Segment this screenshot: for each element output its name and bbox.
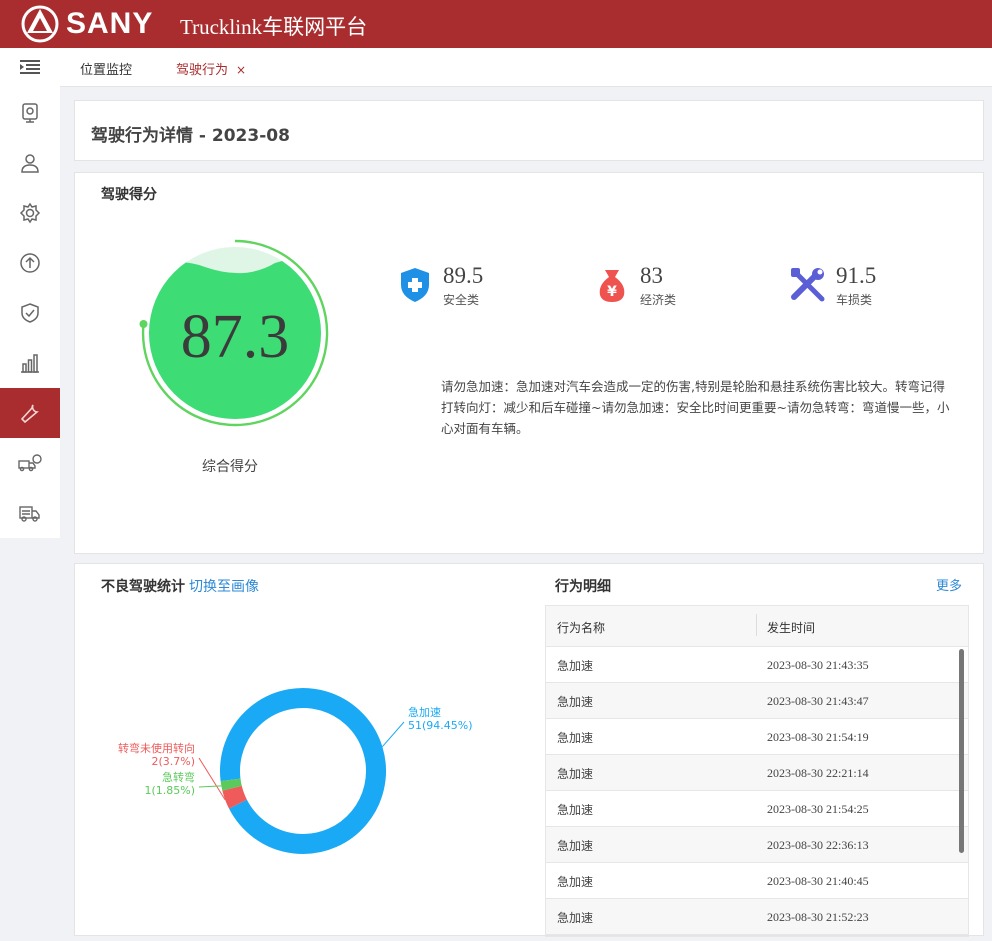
behavior-detail-table: 行为名称 发生时间 急加速 2023-08-30 21:43:35 急加速 2023… — [545, 605, 969, 937]
metric-economy: ¥ 83 经济类 — [592, 263, 712, 311]
time-cell: 2023-08-30 21:43:47 — [767, 694, 869, 708]
gear-icon — [19, 202, 41, 224]
bad-driving-title: 不良驾驶统计 切换至画像 — [101, 576, 259, 596]
shield-plus-icon — [401, 268, 429, 302]
top-bar: SANY Trucklink车联网平台 — [0, 0, 992, 48]
truck-icon — [19, 506, 40, 522]
driving-advice-text: 请勿急加速：急加速对汽车会造成一定的伤害,特别是轮胎和悬挂系统伤害比较大。转弯记… — [441, 379, 950, 436]
table-row[interactable]: 急加速 2023-08-30 21:54:19 — [546, 719, 968, 755]
sidebar-item-user[interactable] — [0, 138, 60, 188]
table-row[interactable]: 急加速 2023-08-30 21:52:23 — [546, 899, 968, 935]
overall-score-value: 87.3 — [181, 303, 290, 371]
money-bag-icon: ¥ — [599, 270, 625, 302]
behavior-cell: 急加速 — [557, 731, 594, 745]
wrench-icon — [20, 404, 39, 424]
bad-driving-donut-chart: 急加速51(94.45%) 转弯未使用转向2(3.7%) 急转弯1(1.85%) — [118, 688, 473, 854]
svg-text:¥: ¥ — [607, 284, 617, 300]
time-cell: 2023-08-30 21:52:23 — [767, 910, 869, 924]
column-header-time: 发生时间 — [767, 621, 816, 635]
table-row[interactable]: 急加速 2023-08-30 22:21:14 — [546, 755, 968, 791]
sany-logo — [21, 5, 59, 43]
behavior-detail-title: 行为明细 — [555, 579, 611, 595]
column-header-behavior: 行为名称 — [557, 621, 606, 635]
close-tab-icon[interactable]: × — [236, 63, 246, 77]
tab-location-monitor[interactable]: 位置监控 — [80, 59, 132, 78]
table-header: 行为名称 发生时间 — [546, 606, 968, 647]
brand-name: SANY — [66, 7, 154, 40]
sidebar-item-security[interactable] — [0, 288, 60, 338]
page-title: 驾驶行为详情 - 2023-08 — [91, 126, 290, 146]
behavior-cell: 急加速 — [557, 767, 594, 781]
tab-label: 驾驶行为 — [176, 63, 229, 78]
metric-vehicle-damage: 91.5 车损类 — [788, 263, 918, 311]
menu-toggle-button[interactable] — [0, 48, 60, 86]
sidebar-item-truck[interactable] — [0, 488, 60, 538]
app-title: Trucklink车联网平台 — [180, 15, 368, 39]
table-row[interactable]: 急加速 2023-08-30 21:43:35 — [546, 647, 968, 683]
time-cell: 2023-08-30 21:54:19 — [767, 730, 869, 744]
behavior-cell: 急加速 — [557, 875, 594, 889]
sidebar-item-stats[interactable] — [0, 338, 60, 388]
overall-score-gauge: 87.3 — [139, 239, 329, 427]
table-scrollbar[interactable] — [959, 649, 964, 853]
time-cell: 2023-08-30 21:40:45 — [767, 874, 869, 888]
behavior-cell: 急加速 — [557, 659, 594, 673]
page-header-card: 驾驶行为详情 - 2023-08 — [74, 100, 984, 161]
donut-slice-1[interactable] — [220, 688, 386, 854]
damage-score: 91.5 — [836, 263, 877, 288]
sidebar-item-fleet[interactable] — [0, 438, 60, 488]
tools-icon — [791, 268, 825, 302]
column-separator — [756, 614, 757, 636]
bar-chart-icon — [21, 354, 39, 373]
donut-leader-line-3 — [198, 785, 222, 788]
tab-driving-behavior[interactable]: 驾驶行为 × — [176, 59, 246, 78]
donut-value-label-3: 1(1.85%) — [144, 784, 195, 797]
behavior-cell: 急加速 — [557, 839, 594, 853]
upload-icon — [20, 253, 40, 273]
fleet-icon — [18, 454, 42, 472]
damage-label: 车损类 — [836, 293, 873, 307]
user-icon — [21, 154, 39, 173]
monitor-icon — [22, 103, 38, 123]
donut-category-label-2: 转弯未使用转向 — [118, 741, 195, 755]
sidebar-item-driving[interactable] — [0, 388, 60, 438]
safety-score: 89.5 — [443, 263, 484, 288]
table-row[interactable]: 急加速 2023-08-30 21:54:25 — [546, 791, 968, 827]
tab-bar: 位置监控 驾驶行为 × — [60, 48, 992, 87]
bad-driving-card: 不良驾驶统计 切换至画像 行为明细 更多 急加速 51(94.45%) 转弯未使用转向… — [74, 563, 984, 937]
donut-slice-2[interactable] — [222, 785, 247, 809]
economy-label: 经济类 — [640, 293, 677, 307]
behavior-cell: 急加速 — [557, 695, 594, 709]
table-row[interactable]: 急加速 2023-08-30 21:43:47 — [546, 683, 968, 719]
sidebar-item-upload[interactable] — [0, 238, 60, 288]
switch-to-profile-link[interactable]: 切换至画像 — [189, 579, 259, 595]
bad-driving-title-text: 不良驾驶统计 — [101, 579, 185, 595]
economy-score: 83 — [640, 263, 663, 288]
more-link[interactable]: 更多 — [936, 575, 962, 594]
behavior-cell: 急加速 — [557, 911, 594, 925]
metric-safety: 89.5 安全类 — [395, 263, 515, 311]
donut-slice-3[interactable] — [220, 778, 242, 791]
table-row[interactable]: 急加速 2023-08-30 21:40:45 — [546, 863, 968, 899]
donut-category-label-1: 急加速 — [408, 705, 441, 719]
driving-score-card: 驾驶得分 87.3 综合得分 89.5 安全类 ¥ 83 经济类 91.5 车损… — [74, 172, 984, 554]
shield-icon — [21, 303, 39, 323]
behavior-cell: 急加速 — [557, 803, 594, 817]
donut-value-label-1: 51(94.45%) — [408, 719, 473, 732]
time-cell: 2023-08-30 21:54:25 — [767, 802, 869, 816]
donut-category-label-3: 急转弯 — [162, 770, 195, 784]
donut-value-label-2: 2(3.7%) — [151, 755, 195, 768]
safety-label: 安全类 — [443, 293, 480, 307]
donut-leader-line-1 — [381, 721, 405, 748]
sidebar-item-settings[interactable] — [0, 188, 60, 238]
menu-toggle-icon — [20, 60, 40, 74]
table-row[interactable]: 急加速 2023-08-30 22:36:13 — [546, 827, 968, 863]
sidebar — [0, 48, 60, 538]
time-cell: 2023-08-30 21:43:35 — [767, 658, 869, 672]
time-cell: 2023-08-30 22:36:13 — [767, 838, 869, 852]
sidebar-item-monitor[interactable] — [0, 88, 60, 138]
time-cell: 2023-08-30 22:21:14 — [767, 766, 869, 780]
driving-score-title: 驾驶得分 — [101, 187, 157, 203]
overall-score-label: 综合得分 — [202, 459, 258, 475]
